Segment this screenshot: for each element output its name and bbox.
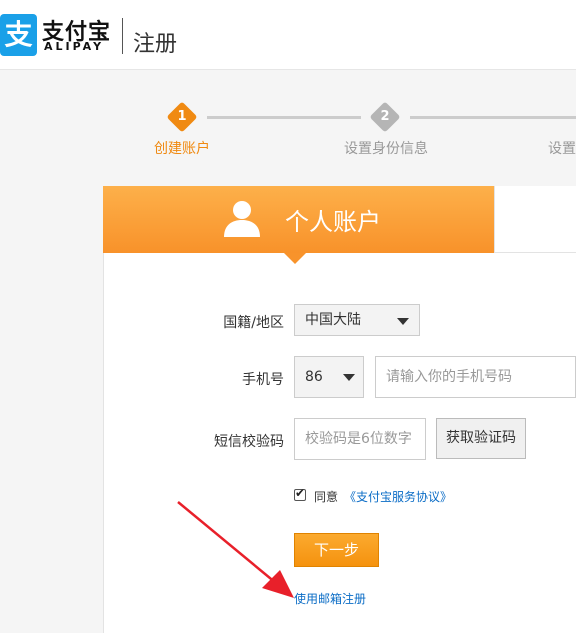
step-connector <box>410 116 576 119</box>
country-code-value: 86 <box>305 369 323 385</box>
agree-checkbox[interactable]: ✔ <box>294 486 306 501</box>
email-register-link[interactable]: 使用邮箱注册 <box>294 590 366 607</box>
step-2-badge: 2 <box>369 101 401 133</box>
tab-other-account[interactable] <box>494 186 576 253</box>
sms-code-input[interactable]: 校验码是6位数字 <box>294 418 426 460</box>
step-label-third: 设置 <box>548 141 576 157</box>
step-number: 2 <box>380 109 390 124</box>
chevron-down-icon <box>397 318 409 325</box>
next-step-button[interactable]: 下一步 <box>294 533 379 567</box>
region-select-value: 中国大陆 <box>305 312 361 328</box>
checkmark-icon: ✔ <box>295 486 306 500</box>
service-agreement-link[interactable]: 《支付宝服务协议》 <box>344 488 452 505</box>
region-label: 国籍/地区 <box>223 315 284 331</box>
person-icon <box>224 201 260 237</box>
step-number: 1 <box>177 109 187 124</box>
chevron-down-icon <box>343 374 355 381</box>
logo-glyph: 支 <box>4 18 33 51</box>
logo-text-en: ALIPAY <box>44 40 105 53</box>
sms-code-placeholder: 校验码是6位数字 <box>305 431 412 447</box>
header-bar: 支 支付宝 ALIPAY 注册 <box>0 0 576 70</box>
country-code-select[interactable]: 86 <box>294 356 364 398</box>
region-select[interactable]: 中国大陆 <box>294 304 420 336</box>
step-label-identity: 设置身份信息 <box>344 141 428 157</box>
agree-text: 同意 <box>314 490 339 504</box>
step-connector <box>207 116 361 119</box>
page-title: 注册 <box>133 32 178 57</box>
step-label-create-account: 创建账户 <box>154 141 210 157</box>
tab-personal-label: 个人账户 <box>285 208 381 236</box>
alipay-logo-icon[interactable]: 支 <box>0 14 37 56</box>
sms-code-label: 短信校验码 <box>214 434 284 450</box>
step-1-badge: 1 <box>166 101 198 133</box>
tab-pointer <box>284 253 306 264</box>
phone-label: 手机号 <box>242 372 284 388</box>
get-code-button[interactable]: 获取验证码 <box>436 418 526 459</box>
logo-divider <box>122 18 123 54</box>
phone-input[interactable]: 请输入你的手机号码 <box>375 356 576 398</box>
phone-placeholder: 请输入你的手机号码 <box>386 369 512 385</box>
